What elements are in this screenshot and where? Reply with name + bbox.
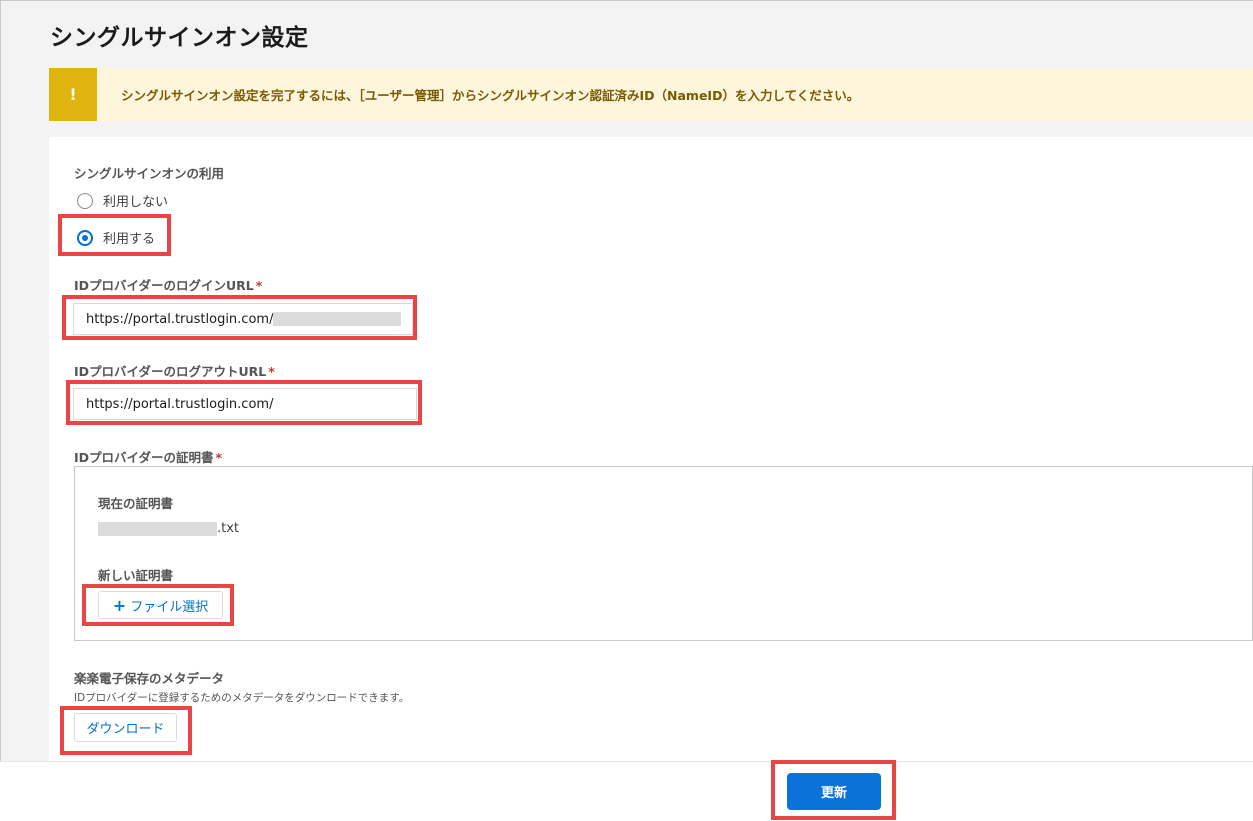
file-select-button[interactable]: + ファイル選択 [98, 591, 223, 619]
file-select-label: ファイル選択 [130, 599, 209, 615]
plus-icon: + [112, 595, 127, 615]
current-cert-file: .txt [98, 521, 239, 536]
radio-option-disabled[interactable]: 利用しない [77, 191, 168, 210]
update-button[interactable]: 更新 [787, 773, 881, 810]
metadata-description: IDプロバイダーに登録するためのメタデータをダウンロードできます。 [74, 692, 410, 704]
file-extension: .txt [217, 521, 240, 536]
login-url-input[interactable]: https://portal.trustlogin.com/ [73, 303, 413, 335]
certificate-panel: 現在の証明書 .txt 新しい証明書 + ファイル選択 [74, 466, 1253, 641]
redacted-segment [273, 312, 402, 326]
page-title: シングルサインオン設定 [50, 25, 309, 51]
settings-card: シングルサインオンの利用 利用しない 利用する IDプロバイダーのログインURL… [49, 137, 1253, 767]
radio-label-disabled: 利用しない [103, 195, 169, 210]
login-url-value: https://portal.trustlogin.com/ [86, 311, 274, 327]
footer-bar [0, 761, 1253, 821]
required-mark: * [255, 278, 263, 293]
certificate-label: IDプロバイダーの証明書 * [74, 447, 222, 466]
logout-url-input[interactable]: https://portal.trustlogin.com/ [73, 388, 417, 420]
alert-message: シングルサインオン設定を完了するには、［ユーザー管理］からシングルサインオン認証… [121, 88, 860, 103]
required-mark: * [215, 450, 223, 465]
warning-alert: ! シングルサインオン設定を完了するには、［ユーザー管理］からシングルサインオン… [49, 68, 1253, 121]
redacted-filename [98, 521, 217, 536]
login-url-label-text: IDプロバイダーのログインURL [74, 278, 254, 293]
current-cert-label: 現在の証明書 [98, 496, 174, 511]
download-button[interactable]: ダウンロード [74, 713, 177, 742]
logout-url-label-text: IDプロバイダーのログアウトURL [74, 364, 267, 379]
radio-button-checked[interactable] [77, 229, 93, 246]
radio-button-unchecked[interactable] [77, 192, 93, 209]
required-mark: * [268, 364, 275, 379]
radio-label-enabled: 利用する [103, 232, 156, 247]
logout-url-label: IDプロバイダーのログアウトURL * [74, 361, 275, 380]
certificate-label-text: IDプロバイダーの証明書 [74, 450, 214, 465]
exclamation-icon: ! [69, 85, 77, 104]
logout-url-value: https://portal.trustlogin.com/ [86, 396, 274, 412]
metadata-label: 楽楽電子保存のメタデータ [74, 671, 225, 686]
warning-icon-box: ! [49, 68, 97, 121]
login-url-label: IDプロバイダーのログインURL * [74, 275, 262, 294]
radio-option-enabled[interactable]: 利用する [77, 228, 155, 247]
sso-usage-label: シングルサインオンの利用 [74, 166, 225, 181]
new-cert-label: 新しい証明書 [98, 568, 174, 583]
